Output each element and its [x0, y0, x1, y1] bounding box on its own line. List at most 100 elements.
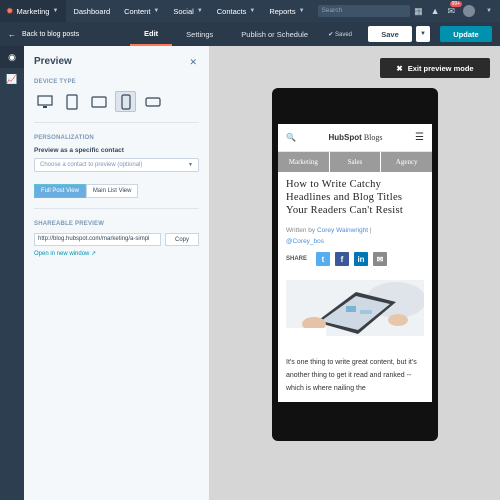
chevron-down-icon: ▼	[196, 8, 203, 14]
shareable-preview-label: SHAREABLE PREVIEW	[34, 221, 105, 227]
blog-logo[interactable]: HubSpot Blogs	[329, 133, 383, 142]
email-icon[interactable]: ✉	[373, 252, 388, 266]
avatar[interactable]	[463, 5, 476, 17]
search-input[interactable]: Search	[317, 5, 410, 17]
chart-icon: 📈	[6, 73, 18, 84]
academy-icon[interactable]: ▲	[431, 6, 440, 16]
divider	[34, 122, 199, 123]
desktop-icon	[36, 94, 53, 108]
contact-select-placeholder: Choose a contact to preview (optional)	[40, 162, 143, 168]
nav-content-label: Content	[124, 6, 151, 16]
nav-social[interactable]: Social ▼	[166, 0, 209, 22]
chevron-down-icon: ▼	[298, 8, 305, 14]
close-icon: ✖	[396, 63, 403, 73]
mobile-portrait-button[interactable]	[115, 91, 136, 112]
notification-badge: 99+	[449, 0, 463, 7]
blog-logo-suffix: Blogs	[363, 133, 383, 142]
editor-toolbar: ← Back to blog posts Edit Settings Publi…	[0, 22, 500, 46]
marketing-menu[interactable]: ✹ Marketing ▼	[0, 0, 67, 22]
blog-tab-sales[interactable]: Sales	[330, 152, 382, 172]
tablet-landscape-button[interactable]	[88, 91, 109, 112]
share-label: SHARE	[286, 256, 308, 262]
copy-button[interactable]: Copy	[165, 233, 199, 246]
blog-tabs: Marketing Sales Agency	[278, 152, 432, 172]
notifications-icon[interactable]: ✉ 99+	[448, 0, 463, 17]
panel-title: Preview	[34, 56, 72, 67]
tablet-portrait-button[interactable]	[61, 91, 82, 112]
blog-tab-agency[interactable]: Agency	[381, 152, 432, 172]
hubspot-logo-icon: ✹	[6, 5, 14, 16]
preview-panel: Preview ✕ DEVICE TYPE PERSONALIZATION Pr…	[24, 46, 210, 500]
chevron-down-icon: ▼	[420, 31, 426, 37]
twitter-icon[interactable]: t	[316, 252, 331, 266]
open-new-window-link[interactable]: Open in new window ↗	[34, 250, 199, 257]
blog-logo-prefix: HubSpot	[328, 133, 362, 142]
nav-content[interactable]: Content ▼	[117, 0, 166, 22]
post-title: How to Write Catchy Headlines and Blog T…	[286, 179, 404, 216]
author-separator: |	[369, 227, 372, 234]
desktop-device-button[interactable]	[34, 91, 55, 112]
nav-social-label: Social	[173, 6, 194, 16]
tab-publish[interactable]: Publish or Schedule	[227, 22, 322, 46]
exit-preview-label: Exit preview mode	[407, 63, 474, 73]
nav-reports-label: Reports	[269, 6, 296, 16]
back-label: Back to blog posts	[22, 30, 80, 38]
nav-reports[interactable]: Reports ▼	[262, 0, 311, 22]
full-post-view-button[interactable]: Full Post View	[34, 184, 86, 198]
saved-label: Saved	[334, 31, 352, 38]
main-list-view-button[interactable]: Main List View	[85, 184, 139, 198]
nav-dashboard[interactable]: Dashboard	[66, 0, 117, 22]
facebook-icon[interactable]: f	[335, 252, 350, 266]
eye-icon: ◉	[8, 51, 16, 62]
mobile-landscape-button[interactable]	[142, 91, 163, 112]
save-button[interactable]: Save	[368, 26, 412, 42]
preview-eye-button[interactable]: ◉	[0, 46, 24, 68]
nav-contacts-label: Contacts	[216, 6, 247, 16]
exit-preview-button[interactable]: ✖ Exit preview mode	[380, 58, 490, 78]
divider	[34, 208, 199, 209]
contact-select[interactable]: Choose a contact to preview (optional) ▼	[34, 158, 199, 172]
preview-as-label: Preview as a specific contact	[34, 147, 124, 154]
hero-image	[286, 280, 424, 336]
update-button[interactable]: Update	[440, 26, 492, 42]
back-arrow-icon: ←	[8, 29, 16, 39]
tablet-landscape-icon	[90, 95, 107, 108]
written-by-label: Written by	[286, 227, 316, 234]
tablet-photo	[286, 280, 424, 336]
save-options-button[interactable]: ▼	[416, 26, 430, 42]
nav-contacts[interactable]: Contacts ▼	[210, 0, 263, 22]
shareable-url-field[interactable]: http://blog.hubspot.com/marketing/a-simp…	[34, 233, 161, 246]
left-rail: ◉ 📈	[0, 46, 24, 500]
personalization-label: PERSONALIZATION	[34, 135, 94, 141]
back-to-blog-posts-link[interactable]: ← Back to blog posts	[0, 30, 130, 39]
chevron-down-icon: ▼	[52, 8, 59, 14]
chevron-down-icon: ▼	[188, 162, 193, 168]
nav-dashboard-label: Dashboard	[73, 6, 111, 16]
hamburger-menu-icon[interactable]: ☰	[415, 132, 424, 143]
byline: Written by Corey Wainwright | @Corey_bos	[278, 217, 432, 247]
device-selector	[34, 91, 199, 112]
tab-edit[interactable]: Edit	[130, 22, 173, 46]
marketing-menu-label: Marketing	[16, 6, 50, 16]
tablet-portrait-icon	[65, 93, 78, 110]
view-toggle: Full Post View Main List View	[34, 184, 199, 198]
saved-status: ✔ Saved	[328, 31, 352, 38]
search-icon[interactable]: 🔍	[286, 133, 296, 142]
chevron-down-icon: ▼	[153, 8, 160, 14]
mobile-landscape-icon	[144, 96, 161, 107]
author-link[interactable]: Corey Wainwright	[317, 227, 368, 234]
phone-screen: 🔍 HubSpot Blogs ☰ Marketing Sales Agency…	[278, 124, 432, 402]
linkedin-icon[interactable]: in	[354, 252, 369, 266]
calendar-icon[interactable]: ▦	[414, 6, 423, 17]
analytics-button[interactable]: 📈	[0, 68, 24, 90]
mobile-portrait-icon	[120, 93, 131, 110]
tab-settings[interactable]: Settings	[172, 22, 227, 46]
chevron-down-icon: ▼	[249, 8, 256, 14]
device-type-label: DEVICE TYPE	[34, 79, 76, 85]
blog-header: 🔍 HubSpot Blogs ☰	[278, 124, 432, 152]
chevron-down-icon[interactable]: ▼	[486, 8, 492, 14]
author-handle-link[interactable]: @Corey_bos	[286, 238, 324, 245]
close-icon[interactable]: ✕	[189, 57, 197, 68]
open-new-window-label: Open in new window	[34, 251, 90, 257]
blog-tab-marketing[interactable]: Marketing	[278, 152, 330, 172]
